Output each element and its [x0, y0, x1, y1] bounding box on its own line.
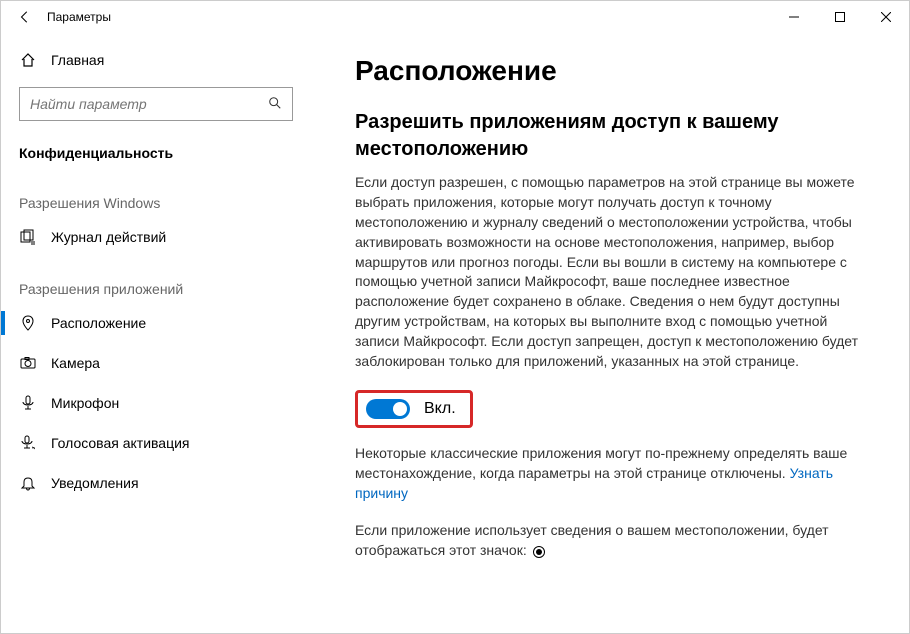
location-access-toggle-highlight: Вкл. — [355, 390, 473, 428]
sidebar-item-notifications[interactable]: Уведомления — [1, 463, 311, 503]
group-app-permissions: Разрешения приложений — [1, 257, 311, 303]
location-icon-note: Если приложение использует сведения о ва… — [355, 521, 875, 561]
toggle-state-label: Вкл. — [424, 400, 456, 418]
sidebar-item-label: Журнал действий — [51, 229, 166, 245]
search-box[interactable] — [19, 87, 293, 121]
note-text: Некоторые классические приложения могут … — [355, 445, 847, 481]
group-windows-permissions: Разрешения Windows — [1, 171, 311, 217]
search-input[interactable] — [30, 96, 268, 112]
sidebar-item-label: Камера — [51, 355, 100, 371]
minimize-button[interactable] — [771, 1, 817, 33]
back-button[interactable] — [9, 1, 41, 33]
sidebar-item-label: Голосовая активация — [51, 435, 190, 451]
home-label: Главная — [51, 52, 104, 68]
desktop-apps-note: Некоторые классические приложения могут … — [355, 444, 875, 504]
maximize-button[interactable] — [817, 1, 863, 33]
location-in-use-icon — [533, 546, 545, 558]
home-nav[interactable]: Главная — [1, 41, 311, 79]
sidebar-item-microphone[interactable]: Микрофон — [1, 383, 311, 423]
home-icon — [19, 51, 37, 69]
description-paragraph: Если доступ разрешен, с помощью параметр… — [355, 173, 875, 372]
content-pane: Расположение Разрешить приложениям досту… — [311, 33, 909, 633]
sidebar-item-camera[interactable]: Камера — [1, 343, 311, 383]
activity-history-icon — [19, 228, 37, 246]
microphone-icon — [19, 394, 37, 412]
search-icon — [268, 96, 282, 113]
close-button[interactable] — [863, 1, 909, 33]
section-heading-privacy: Конфиденциальность — [1, 135, 311, 171]
titlebar: Параметры — [1, 1, 909, 33]
sidebar-item-label: Микрофон — [51, 395, 119, 411]
camera-icon — [19, 354, 37, 372]
notifications-icon — [19, 474, 37, 492]
sidebar-item-label: Расположение — [51, 315, 146, 331]
sidebar: Главная Конфиденциальность Разрешения Wi… — [1, 33, 311, 633]
window-title: Параметры — [47, 10, 111, 24]
sidebar-item-label: Уведомления — [51, 475, 139, 491]
section-heading: Разрешить приложениям доступ к вашему ме… — [355, 109, 879, 163]
page-title: Расположение — [355, 55, 879, 87]
location-access-toggle[interactable] — [366, 399, 410, 419]
voice-activation-icon — [19, 434, 37, 452]
sidebar-item-location[interactable]: Расположение — [1, 303, 311, 343]
sidebar-item-voice-activation[interactable]: Голосовая активация — [1, 423, 311, 463]
sidebar-item-activity-history[interactable]: Журнал действий — [1, 217, 311, 257]
icon-note-text: Если приложение использует сведения о ва… — [355, 522, 829, 558]
location-icon — [19, 314, 37, 332]
